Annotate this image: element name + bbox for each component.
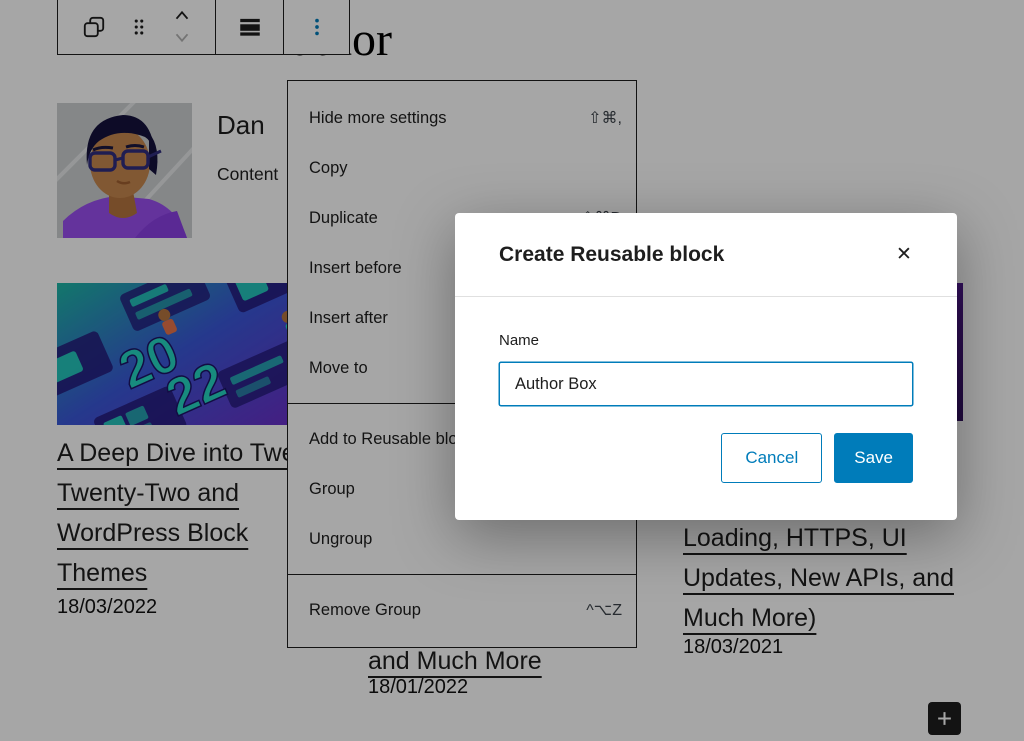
cancel-button[interactable]: Cancel — [721, 433, 822, 483]
create-reusable-block-modal: Create Reusable block ✕ Name Cancel Save — [455, 213, 957, 520]
modal-header: Create Reusable block ✕ — [455, 213, 957, 297]
modal-actions: Cancel Save — [499, 433, 913, 483]
name-input[interactable] — [499, 362, 913, 406]
name-field-label: Name — [499, 332, 913, 349]
modal-title: Create Reusable block — [499, 243, 724, 267]
save-button[interactable]: Save — [834, 433, 913, 483]
close-icon: ✕ — [896, 243, 912, 266]
modal-body: Name Cancel Save — [455, 297, 957, 483]
close-modal-button[interactable]: ✕ — [889, 240, 919, 270]
editor-canvas: Author Dan Content — [0, 0, 1024, 741]
